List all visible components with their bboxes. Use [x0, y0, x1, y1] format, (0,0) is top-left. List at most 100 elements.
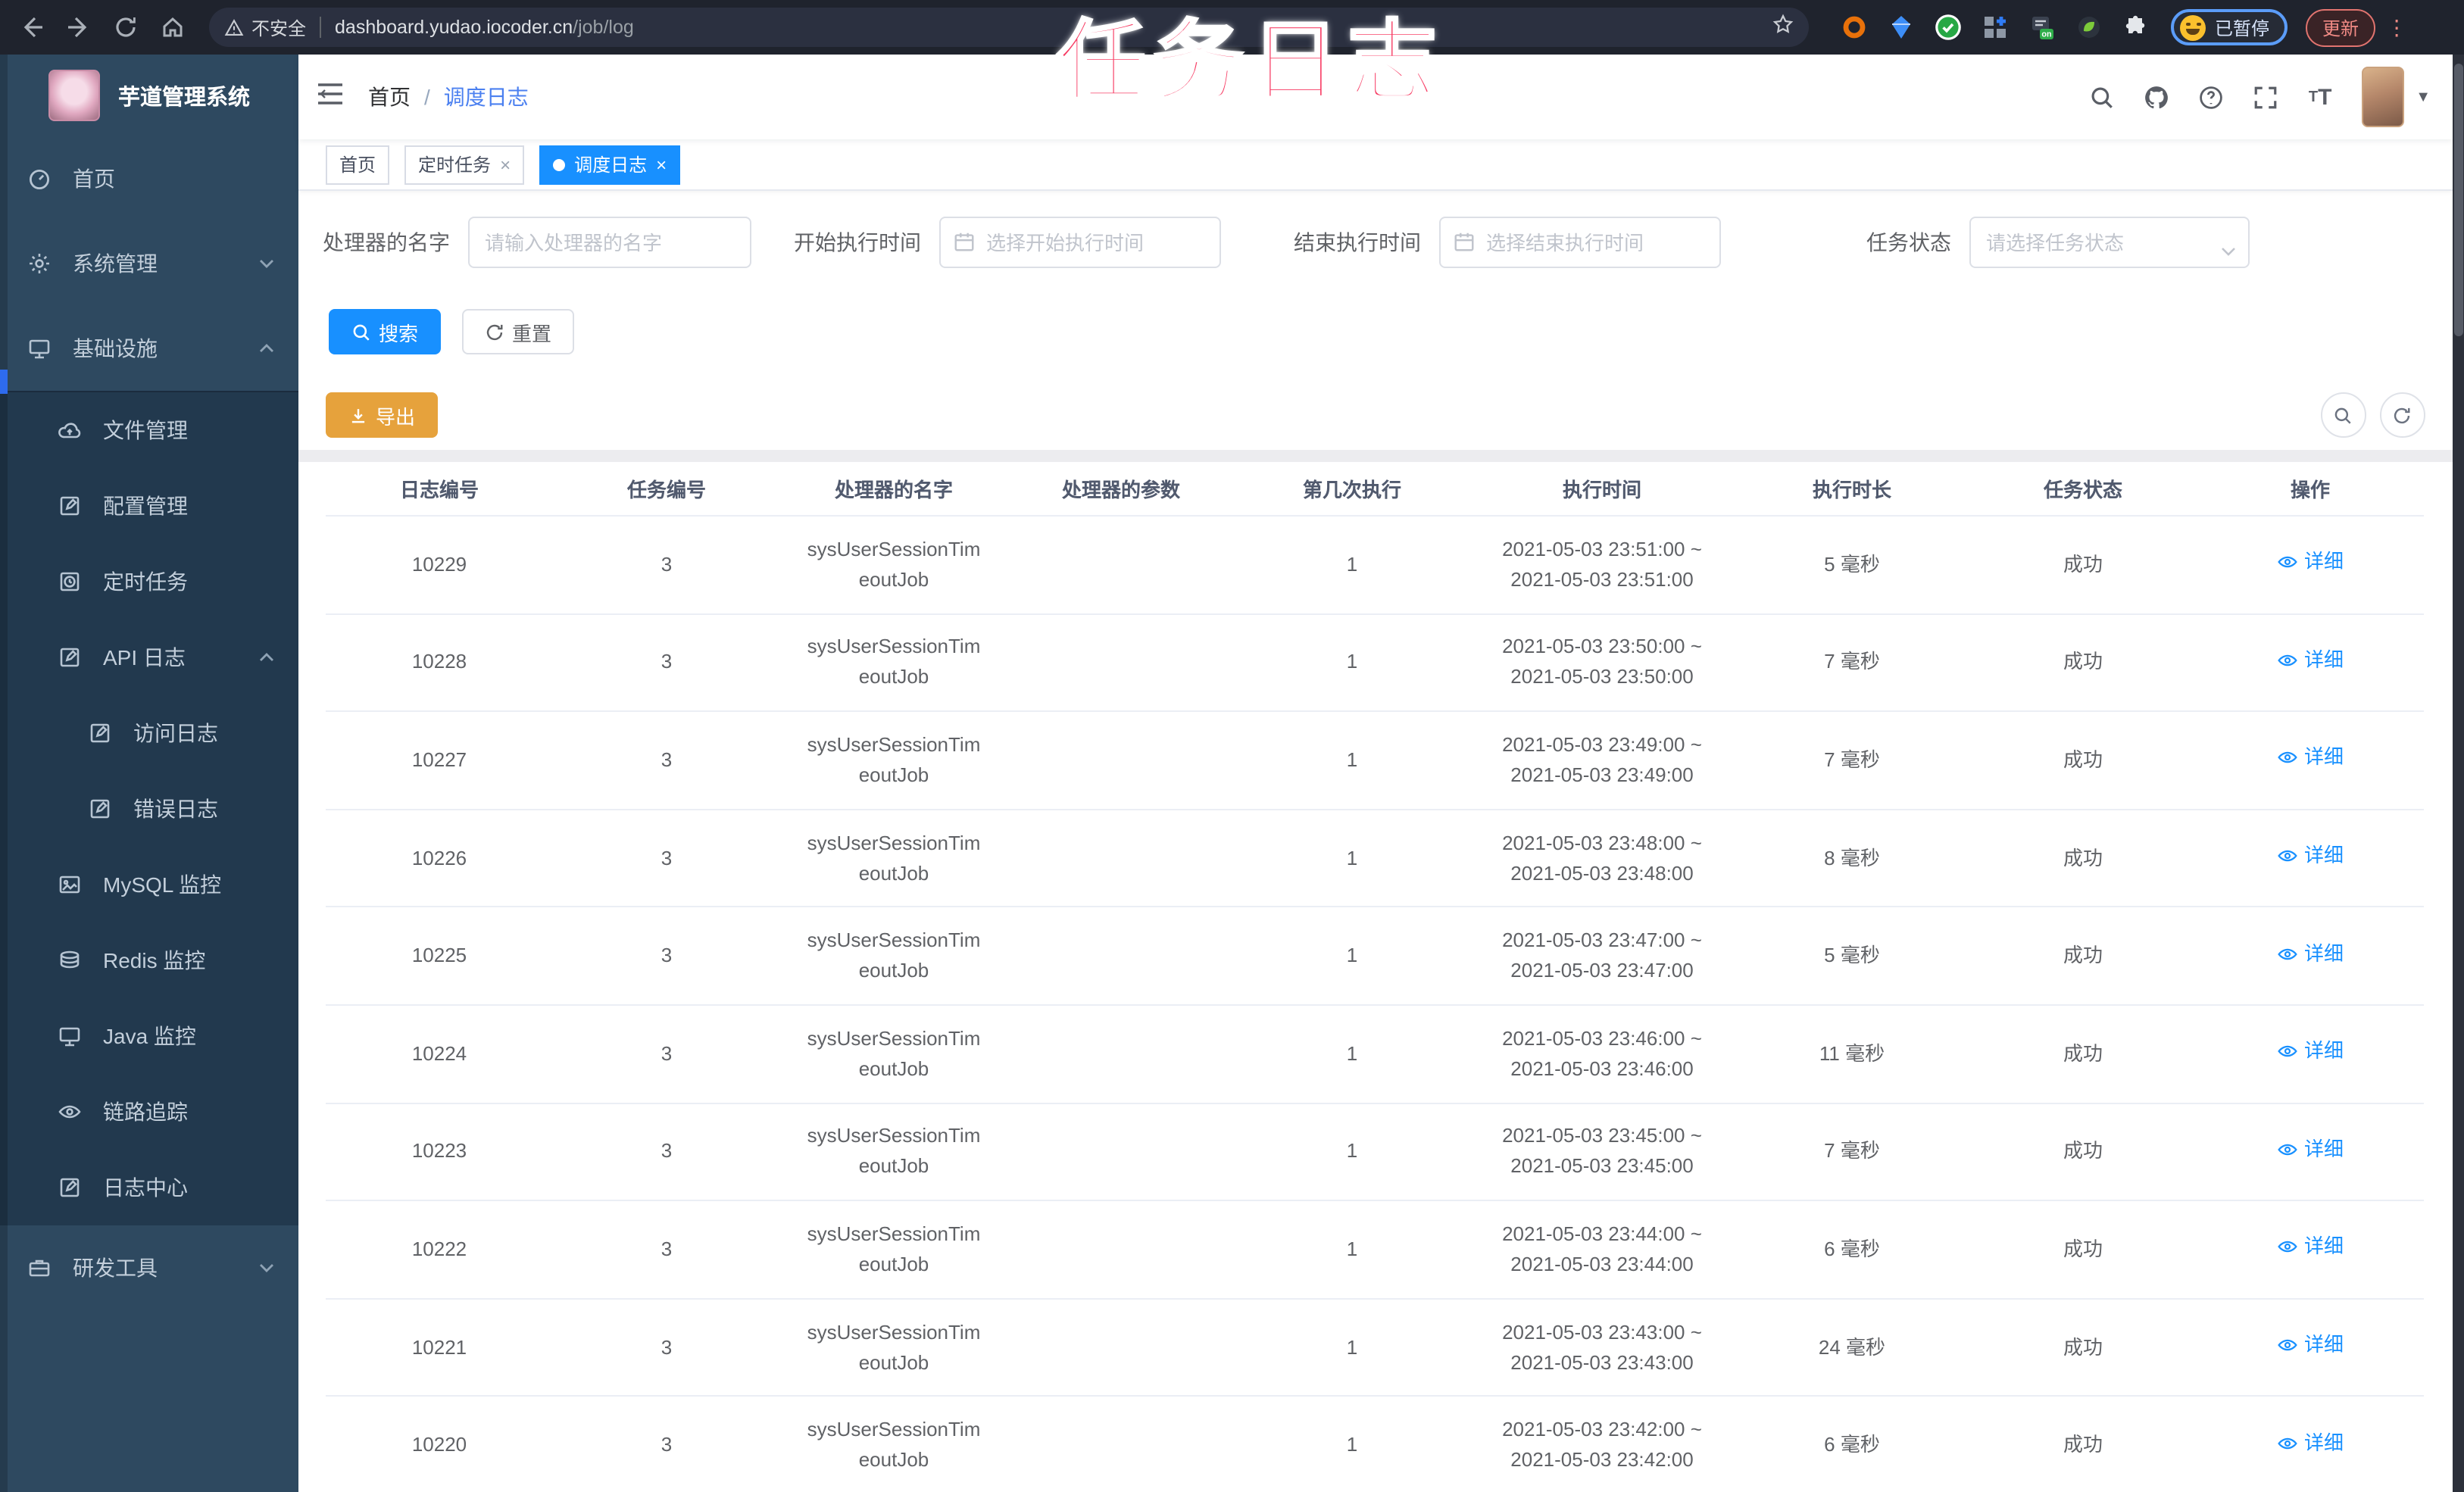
sidebar-item-infrastructure[interactable]: 基础设施 — [0, 306, 298, 391]
sidebar-logo-row[interactable]: 芋道管理系统 — [0, 55, 298, 136]
security-indicator[interactable]: 不安全 — [224, 14, 306, 40]
url-text: dashboard.yudao.iocoder.cn/job/log — [335, 17, 634, 38]
browser-menu-icon[interactable]: ⋮ — [2386, 17, 2407, 38]
reset-button[interactable]: 重置 — [462, 309, 575, 354]
search-button[interactable]: 搜索 — [329, 309, 442, 354]
filter-form: 处理器的名字 开始执行时间 结束执行时间 — [323, 215, 2425, 270]
sidebar-item-access-log[interactable]: 访问日志 — [0, 695, 298, 771]
sidebar-item-mysql-monitor[interactable]: MySQL 监控 — [0, 847, 298, 922]
sidebar-item-scheduled-jobs[interactable]: 定时任务 — [0, 544, 298, 620]
tag-home[interactable]: 首页 — [326, 145, 390, 184]
extension-gem-icon[interactable] — [1885, 11, 1918, 44]
job-status-select-wrap — [1969, 217, 2250, 268]
github-icon[interactable] — [2140, 80, 2173, 114]
status-text: 成功 — [2063, 1139, 2103, 1163]
bookmark-star-icon[interactable] — [1772, 13, 1794, 42]
active-dot — [553, 158, 566, 170]
filter-label-job-status: 任务状态 — [1866, 230, 1951, 254]
scrollbar-thumb[interactable] — [2453, 64, 2462, 336]
extensions-puzzle-icon[interactable] — [2119, 11, 2153, 44]
extension-leaf-icon[interactable] — [2072, 11, 2106, 44]
chevron-down-icon — [259, 1263, 274, 1272]
close-icon[interactable]: × — [656, 154, 667, 175]
browser-forward-button[interactable] — [64, 12, 94, 42]
sidebar-item-home[interactable]: 首页 — [0, 136, 298, 221]
chevron-up-icon — [259, 344, 274, 353]
status-text: 成功 — [2063, 1041, 2103, 1065]
filter-label-end-time: 结束执行时间 — [1294, 230, 1421, 254]
table-body: 10229 3 sysUserSessionTim eoutJob 1 2021-… — [326, 517, 2424, 1492]
detail-link[interactable]: 详细 — [2277, 841, 2344, 871]
extension-on-badge-icon[interactable]: on — [2025, 11, 2059, 44]
tag-scheduled-jobs[interactable]: 定时任务 × — [404, 145, 525, 184]
sidebar-item-dev-tools[interactable]: 研发工具 — [0, 1225, 298, 1310]
font-size-icon[interactable]: TT — [2303, 80, 2337, 114]
fullscreen-icon[interactable] — [2249, 80, 2282, 114]
eye-icon — [58, 1100, 82, 1124]
sidebar-item-system[interactable]: 系统管理 — [0, 221, 298, 306]
sidebar-item-error-log[interactable]: 错误日志 — [0, 771, 298, 847]
sidebar-collapse-icon[interactable] — [317, 82, 347, 112]
monitor-icon — [58, 1024, 82, 1048]
eye-icon — [2278, 850, 2297, 862]
start-time-input[interactable] — [939, 217, 1221, 268]
header-search-icon[interactable] — [2085, 80, 2119, 114]
status-text: 成功 — [2063, 1433, 2103, 1456]
extension-orange-icon[interactable] — [1838, 11, 1871, 44]
window-scrollbar[interactable] — [2452, 55, 2464, 1492]
extensions-area: on 已暂停 更新 ⋮ — [1824, 8, 2419, 46]
detail-link[interactable]: 详细 — [2277, 1037, 2344, 1067]
eye-icon — [2278, 557, 2297, 568]
profile-emoji-avatar — [2180, 14, 2206, 40]
extension-green-check-icon[interactable] — [1932, 11, 1965, 44]
browser-back-button[interactable] — [17, 12, 47, 42]
edit-icon — [58, 645, 82, 670]
sidebar-item-redis-monitor[interactable]: Redis 监控 — [0, 922, 298, 998]
detail-link[interactable]: 详细 — [2277, 1428, 2344, 1458]
sidebar-item-file-management[interactable]: 文件管理 — [0, 392, 298, 468]
dashboard-icon — [27, 167, 52, 191]
table-toolbar: 导出 — [326, 392, 2425, 438]
detail-link[interactable]: 详细 — [2277, 1135, 2344, 1165]
refresh-button[interactable] — [2379, 392, 2425, 438]
browser-home-button[interactable] — [158, 12, 188, 42]
table-row: 10222 3 sysUserSessionTim eoutJob 1 2021-… — [326, 1201, 2424, 1300]
caret-down-icon[interactable]: ▼ — [2416, 89, 2431, 105]
sidebar-item-api-log[interactable]: API 日志 — [0, 620, 298, 695]
edit-icon — [58, 1175, 82, 1200]
sidebar-item-trace[interactable]: 链路追踪 — [0, 1074, 298, 1150]
sidebar-item-log-center[interactable]: 日志中心 — [0, 1150, 298, 1225]
eye-icon — [2278, 654, 2297, 666]
handler-name-input[interactable] — [468, 217, 751, 268]
detail-link[interactable]: 详细 — [2277, 743, 2344, 773]
export-button[interactable]: 导出 — [326, 392, 439, 438]
profile-paused-chip[interactable]: 已暂停 — [2171, 9, 2288, 45]
extension-grid-icon[interactable] — [1978, 11, 2012, 44]
browser-update-button[interactable]: 更新 — [2306, 8, 2376, 46]
breadcrumb-home[interactable]: 首页 — [368, 82, 411, 112]
close-icon[interactable]: × — [500, 154, 511, 175]
end-time-input[interactable] — [1439, 217, 1721, 268]
user-avatar[interactable] — [2361, 67, 2404, 127]
status-text: 成功 — [2063, 1335, 2103, 1359]
chevron-down-icon — [259, 259, 274, 268]
detail-link[interactable]: 详细 — [2277, 938, 2344, 969]
table-row: 10224 3 sysUserSessionTim eoutJob 1 2021-… — [326, 1006, 2424, 1104]
tag-job-log[interactable]: 调度日志 × — [539, 145, 681, 184]
sidebar-item-config-management[interactable]: 配置管理 — [0, 468, 298, 544]
browser-reload-button[interactable] — [111, 12, 141, 42]
gear-icon — [27, 251, 52, 276]
breadcrumb-current[interactable]: 调度日志 — [444, 82, 529, 112]
detail-link[interactable]: 详细 — [2277, 1330, 2344, 1360]
eye-icon — [2278, 1437, 2297, 1449]
address-bar[interactable]: 不安全 dashboard.yudao.iocoder.cn/job/log — [209, 8, 1809, 47]
app-title: 芋道管理系统 — [118, 86, 250, 110]
detail-link[interactable]: 详细 — [2277, 645, 2344, 676]
sidebar-item-java-monitor[interactable]: Java 监控 — [0, 998, 298, 1074]
toggle-search-button[interactable] — [2320, 392, 2366, 438]
job-status-select[interactable] — [1969, 217, 2250, 268]
help-icon[interactable] — [2194, 80, 2228, 114]
detail-link[interactable]: 详细 — [2277, 1232, 2344, 1263]
detail-link[interactable]: 详细 — [2277, 548, 2344, 578]
page-content: 处理器的名字 开始执行时间 结束执行时间 — [298, 191, 2452, 1492]
